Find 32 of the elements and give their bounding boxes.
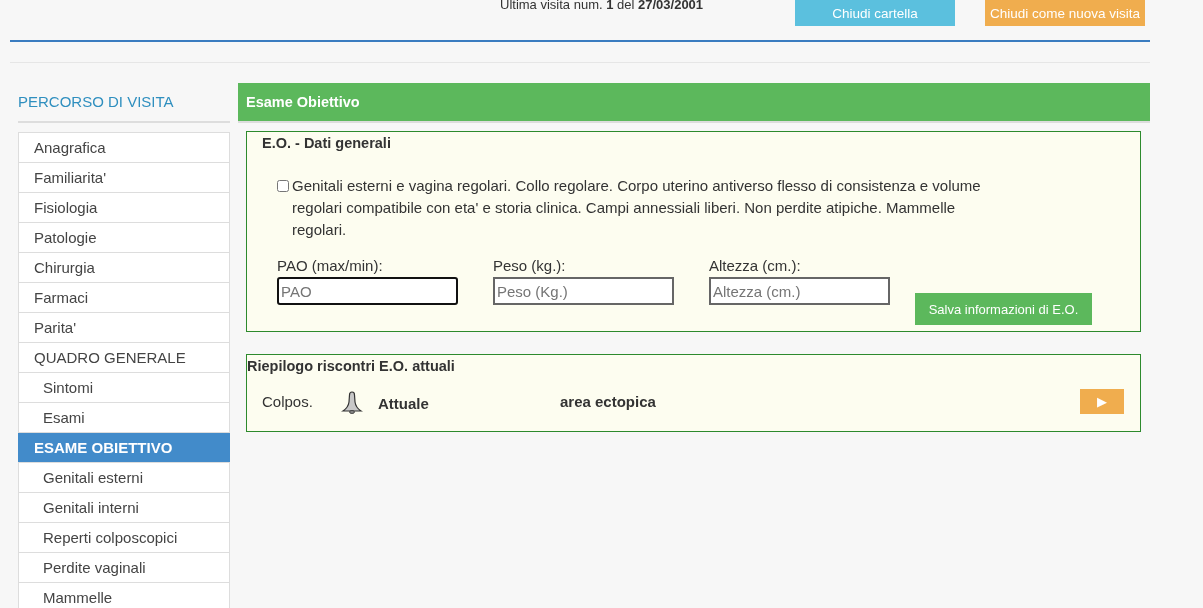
- finding-text: area ectopica: [560, 393, 657, 410]
- field-label: PAO (max/min):: [277, 257, 384, 276]
- normal-findings-text: Genitali esterni e vagina regolari. Collo regolare. Corpo uterino antiverso flesso di consistenza e volume regolari compatibile con eta' e storia clinica. Campi annessiali liberi. Non perdite atipiche. Mammelle regolari.: [292, 176, 982, 240]
- sidebar-item[interactable]: Patologie: [19, 223, 229, 253]
- finding-status: Attuale: [378, 395, 430, 412]
- sidebar-item[interactable]: Parita': [19, 313, 229, 343]
- input-field[interactable]: Altezza (cm.): [709, 277, 890, 305]
- panel-title: Riepilogo riscontri E.O. attuali: [247, 358, 456, 374]
- sidebar-title: PERCORSO DI VISITA: [18, 83, 230, 123]
- sidebar-item[interactable]: Reperti colposcopici: [19, 523, 229, 553]
- field-label: Peso (kg.):: [493, 257, 567, 276]
- sidebar-item[interactable]: Farmaci: [19, 283, 229, 313]
- input-field[interactable]: Peso (Kg.): [493, 277, 674, 305]
- sidebar-item[interactable]: Perdite vaginali: [19, 553, 229, 583]
- sidebar-item[interactable]: Sintomi: [19, 373, 229, 403]
- exam-name: Colpos.: [262, 393, 314, 410]
- sidebar-item[interactable]: Familiarita': [19, 163, 229, 193]
- bell-icon: [340, 389, 364, 414]
- sidebar-item[interactable]: Anagrafica: [19, 133, 229, 163]
- sidebar-item[interactable]: ESAME OBIETTIVO: [18, 433, 230, 463]
- section-header: Esame Obiettivo: [238, 83, 1150, 123]
- normal-findings-checkbox[interactable]: [277, 180, 289, 192]
- sidebar-item[interactable]: Genitali esterni: [19, 463, 229, 493]
- sidebar-item[interactable]: Chirurgia: [19, 253, 229, 283]
- last-visit-info: Ultima visita num. 1 del 27/03/2001: [500, 0, 705, 12]
- sidebar-item[interactable]: Mammelle: [19, 583, 229, 608]
- sidebar-item[interactable]: Fisiologia: [19, 193, 229, 223]
- field-label: Altezza (cm.):: [709, 257, 802, 276]
- sidebar-item[interactable]: QUADRO GENERALE: [19, 343, 229, 373]
- panel-title: E.O. - Dati generali: [262, 135, 392, 151]
- input-field[interactable]: PAO: [277, 277, 458, 305]
- sidebar-item[interactable]: Genitali interni: [19, 493, 229, 523]
